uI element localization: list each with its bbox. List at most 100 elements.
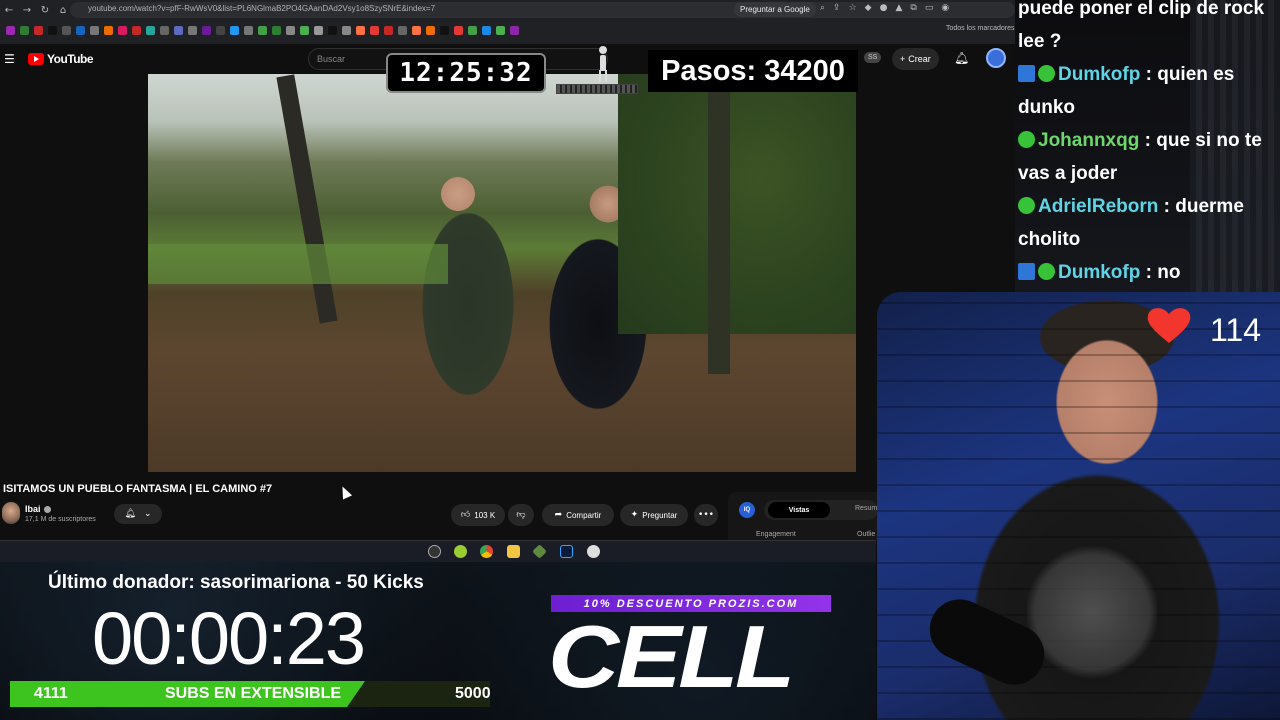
subscription-bell-button[interactable]: 🔔︎ ⌄ [114,504,162,524]
bookmark-icon[interactable] [468,25,477,35]
channel-name[interactable]: Ibai [25,504,51,514]
more-button[interactable]: ••• [694,504,718,526]
bookmark-icon[interactable] [286,25,295,35]
bookmark-icon[interactable] [188,25,197,35]
forward-icon[interactable]: → [18,1,36,19]
clock-overlay: 12:25:32 [386,53,546,93]
heart-rate-value: 114 [1210,312,1262,348]
chat-text: : duerme [1163,196,1244,217]
bookmark-icon[interactable] [202,25,211,35]
chat-text: lee ? [1018,31,1062,52]
profile-icon[interactable]: ◉ [941,3,949,13]
bookmark-icon[interactable] [412,25,421,35]
bookmark-icon[interactable] [160,25,169,35]
tab-resum[interactable]: Resum [855,505,877,512]
bookmark-icon[interactable] [48,25,57,35]
url-text[interactable]: youtube.com/watch?v=pfF-RwWsV0&list=PL6N… [88,4,435,13]
back-icon[interactable]: ← [0,1,18,19]
chat-username[interactable]: Dumkofp [1058,262,1140,283]
bookmark-icon[interactable] [76,25,85,35]
obs-icon[interactable] [428,545,441,558]
menu-icon[interactable]: ☰ [4,52,15,66]
bookmark-icon[interactable] [34,25,43,35]
bookmark-icon[interactable] [342,25,351,35]
ask-button[interactable]: ✦ Preguntar [620,504,688,526]
bookmark-icon[interactable] [244,25,253,35]
analytics-logo-icon[interactable]: IQ [739,502,755,518]
bookmark-icon[interactable] [20,25,29,35]
bookmark-icon[interactable] [370,25,379,35]
share-button[interactable]: ➦ Compartir [542,504,614,526]
star-icon[interactable]: ☆ [849,3,857,13]
chrome-icon[interactable] [480,545,493,558]
avatar[interactable] [986,48,1006,68]
chat-message: puede poner el clip de rock [1018,0,1264,25]
dislike-button[interactable]: 👎︎ [508,504,534,526]
zoom-icon[interactable]: ⌕ [820,3,825,13]
youtube-logo-icon [28,53,44,65]
plus-icon: + [900,54,906,64]
folder-icon[interactable] [507,545,520,558]
bookmark-icon[interactable] [384,25,393,35]
app-icon[interactable] [454,545,467,558]
bookmark-icon[interactable] [440,25,449,35]
chat-username[interactable]: Johannxqg [1038,130,1139,151]
app-icon[interactable] [587,545,600,558]
create-button[interactable]: + Crear [892,48,939,70]
bookmark-icon[interactable] [454,25,463,35]
extension-icon[interactable]: ▲ [895,3,902,13]
bookmark-icon[interactable] [174,25,183,35]
webcam-feed [877,292,1280,720]
emote-badge-icon [1038,263,1055,280]
bookmark-icon[interactable] [482,25,491,35]
chat-message: cholito [1018,224,1080,256]
bookmark-icon[interactable] [118,25,127,35]
bookmark-icon[interactable] [510,25,519,35]
bookmark-icon[interactable] [328,25,337,35]
like-button[interactable]: 👍︎ 103 K [451,504,505,526]
chat-username[interactable]: Dumkofp [1058,64,1140,85]
walker-icon [594,46,612,82]
subs-goal-target: 5000 [455,685,491,702]
extension-icon[interactable]: ● [880,3,888,13]
bookmark-icon[interactable] [216,25,225,35]
ask-google-button[interactable]: Preguntar a Google [734,2,816,17]
sidepanel-icon[interactable]: ▭ [925,3,934,13]
subscriber-badge-icon [1018,263,1035,280]
extensions-icon[interactable]: ⧉ [910,3,916,13]
bookmark-icon[interactable] [132,25,141,35]
chat-username[interactable]: AdrielReborn [1038,196,1158,217]
bookmark-icon[interactable] [104,25,113,35]
bookmark-icon[interactable] [426,25,435,35]
bookmark-icon[interactable] [6,25,15,35]
bookmark-icon[interactable] [62,25,71,35]
photoshop-icon[interactable] [560,545,573,558]
bookmark-icon[interactable] [496,25,505,35]
ss-badge[interactable]: SS [864,52,882,63]
bookmark-icon[interactable] [398,25,407,35]
bookmark-icon[interactable] [258,25,267,35]
bookmark-icon[interactable] [300,25,309,35]
bookmark-icon[interactable] [146,25,155,35]
stream-frame: ← → ↻ ⌂ youtube.com/watch?v=pfF-RwWsV0&l… [0,0,1280,720]
bell-icon[interactable]: 🔔︎ [954,51,969,65]
bookmark-icon[interactable] [230,25,239,35]
bookmark-icon[interactable] [272,25,281,35]
subs-current: 4111 [34,685,68,702]
chat-text: : quien es [1145,64,1235,85]
youtube-page: ☰ YouTube Buscar SS + Crear 🔔︎ [0,44,1015,544]
more-icon: ••• [698,510,714,520]
channel-avatar[interactable] [2,502,20,524]
reload-icon[interactable]: ↻ [36,1,54,19]
tab-vistas[interactable]: Vistas [768,502,830,518]
bookmark-icon[interactable] [90,25,99,35]
bookmark-icon[interactable] [356,25,365,35]
bookmark-icon[interactable] [314,25,323,35]
create-label: Crear [908,54,931,64]
extension-icon[interactable]: ◆ [865,3,872,13]
video-player[interactable] [148,74,856,472]
share-page-icon[interactable]: ⇪ [833,3,841,13]
youtube-logo[interactable]: YouTube [28,52,94,66]
bookmarks-bar [0,22,1015,38]
all-bookmarks-folder[interactable]: Todos los marcadores [946,25,1014,32]
